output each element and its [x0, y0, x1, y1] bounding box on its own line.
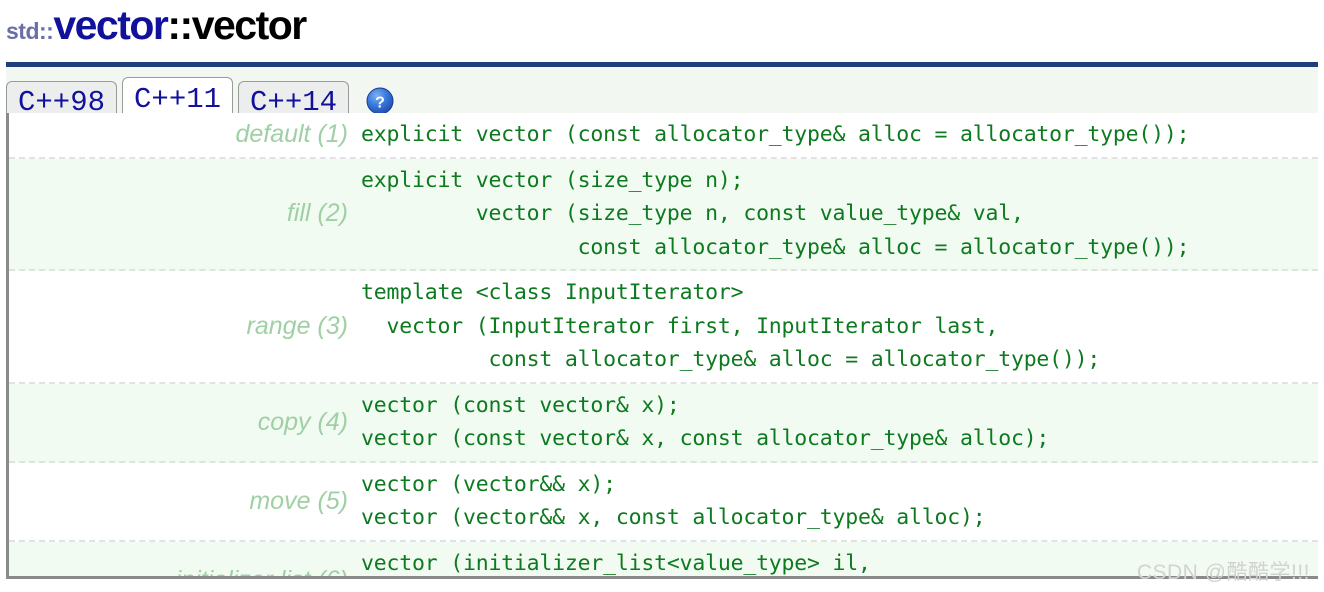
- help-icon[interactable]: ?: [366, 87, 394, 115]
- ctor-variant-label: fill (2): [286, 199, 348, 228]
- ctor-variant-label: move (5): [249, 486, 348, 515]
- page-title: std:: vector:: vector: [6, 2, 308, 54]
- table-row: move (5) vector (vector&& x); vector (vec…: [9, 462, 1318, 542]
- ctor-variant-label: range (3): [246, 311, 348, 340]
- table-row: fill (2) explicit vector (size_type n); v…: [9, 158, 1318, 271]
- table-row: initializer list (6)vector (initializer_…: [9, 541, 1318, 577]
- standard-version-tabbar: C++98 C++11 C++14 ?: [6, 62, 1318, 121]
- table-row: copy (4) vector (const vector& x); vector…: [9, 383, 1318, 463]
- ctor-variant-label: initializer list (6): [9, 542, 361, 577]
- ctor-signature-code: explicit vector (const allocator_type& a…: [361, 122, 1190, 147]
- table-row: range (3) template <class InputIterator> …: [9, 271, 1318, 384]
- svg-text:?: ?: [375, 95, 385, 112]
- page-title-separator: ::: [167, 2, 193, 48]
- ctor-variant-label: default (1): [235, 120, 348, 149]
- ctor-signature-code: explicit vector (size_type n); vector (s…: [361, 167, 1190, 260]
- page-title-member: vector: [191, 2, 308, 48]
- ctor-signature-code: template <class InputIterator> vector (I…: [361, 280, 1101, 372]
- page-title-namespace: std::: [6, 18, 54, 44]
- constructor-signature-table: default (1) explicit vector (const alloca…: [6, 113, 1318, 579]
- ctor-signature-code: vector (const vector& x); vector (const …: [361, 392, 1050, 452]
- page-title-class: vector: [53, 2, 169, 48]
- table-row: default (1) explicit vector (const alloca…: [9, 113, 1318, 159]
- ctor-signature-code: vector (vector&& x); vector (vector&& x,…: [361, 471, 986, 531]
- ctor-variant-label: copy (4): [257, 407, 348, 436]
- ctor-signature-code: vector (initializer_list<value_type> il,…: [361, 550, 871, 576]
